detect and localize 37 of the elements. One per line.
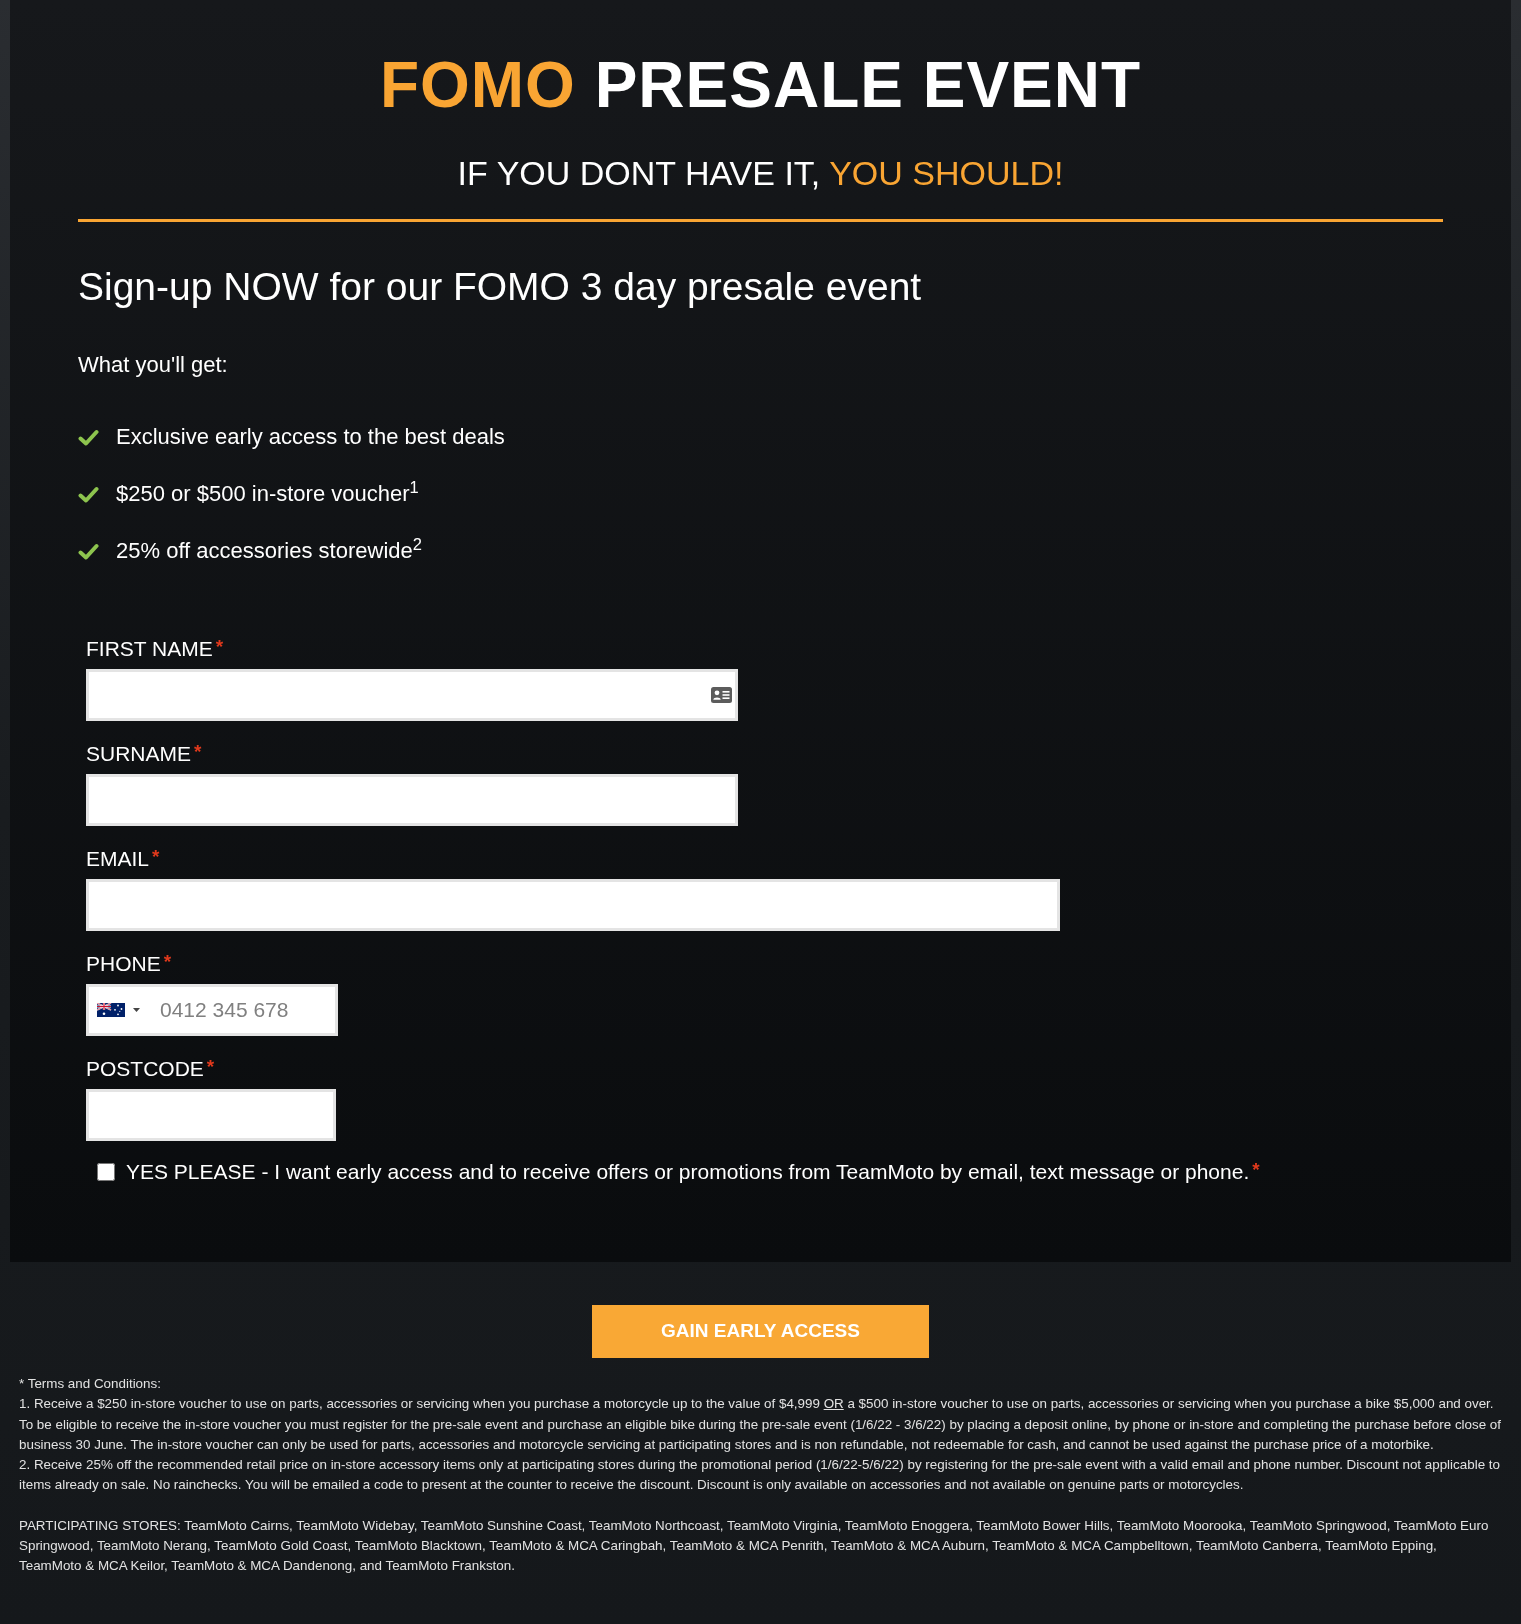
required-mark: * (215, 637, 224, 657)
required-mark: * (163, 952, 172, 972)
benefit-text: Exclusive early access to the best deals (116, 425, 505, 449)
phone-field[interactable]: 0412 345 678 (86, 984, 338, 1036)
participating-stores: PARTICIPATING STORES: TeamMoto Cairns, TeamMoto Widebay, TeamMoto Sunshine Coast, TeamMoto Northcoast, TeamMoto Virginia, TeamMoto Enoggera, TeamMoto Bower Hills, TeamMoto Moorooka, TeamMoto Springwood, TeamMoto Euro Springwood, TeamMoto Nerang, TeamMoto Gold Coast, TeamMoto Blacktown, TeamMoto & MCA Caringbah, TeamMoto & MCA Penrith, TeamMoto & MCA Auburn, TeamMoto & MCA Campbelltown, TeamMoto Canberra, TeamMoto Epping, TeamMoto & MCA Keilor, TeamMoto & MCA Dandenong, and TeamMoto Frankston. (19, 1516, 1490, 1576)
field-label: FIRST NAME (86, 637, 213, 661)
consent-label: YES PLEASE - I want early access and to receive offers or promotions from TeamMoto by email, text message or phone. (126, 1160, 1250, 1184)
tagline: IF YOU DONT HAVE IT, YOU SHOULD! (456, 156, 1065, 190)
input-field[interactable] (86, 669, 738, 721)
gain-early-access-button[interactable]: GAIN EARLY ACCESS (592, 1305, 929, 1358)
input-field[interactable] (86, 1089, 336, 1141)
caret-icon (133, 1008, 140, 1012)
check-icon (78, 543, 99, 561)
phone-input[interactable]: 0412 345 678 (144, 987, 335, 1033)
benefit-text: 25% off accessories storewide$^{2}$ (116, 539, 422, 563)
check-icon (78, 486, 99, 504)
required-mark: * (152, 847, 160, 867)
benefits-heading: What you'll get: (78, 354, 229, 376)
consent-checkbox[interactable] (97, 1163, 115, 1181)
contact-card-icon[interactable] (711, 687, 732, 703)
required-mark: * (1252, 1160, 1260, 1180)
input-field[interactable] (86, 879, 1060, 931)
check-icon (78, 429, 99, 447)
terms-paragraph: 2. Receive 25% off the recommended retail price on in-store accessory items only at participating stores during the promotional period (1/6/22-5/6/22) by registering for the pre-sale event with a valid email and phone number. Discount not applicable to items already on sale. No rainchecks. You will be emailed a code to present at the counter to receive the discount. Discount is only available on accessories and not available on genuine parts or motorcycles. (19, 1456, 1501, 1495)
flag-icon (97, 1003, 125, 1017)
page-title: FOMO PRESALE EVENT (378, 53, 1143, 117)
field-label: PHONE (86, 952, 161, 976)
benefit-text: $250 or $500 in-store voucher$^{1}$ (116, 482, 419, 506)
required-mark: * (194, 742, 202, 762)
terms-paragraph: 1. Receive a $250 in-store voucher to use on parts, accessories or servicing when you purchase a motorcycle up to the value of $4,999 OR a $500 in-store voucher to use on parts, accessories or servicing when you purchase a bike $5,000 and over. To be eligible to receive the in-store voucher you must register for the pre-sale event and purchase an eligible bike during the pre-sale event (1/6/22 - 3/6/22) by placing a deposit online, by phone or in-store and completing the purchase before close of business 30 June. The in-store voucher can only be used for parts, accessories and motorcycle servicing at participating stores and is non refundable, not redeemable for cash, and cannot be used against the purchase price of a motorbike. (19, 1395, 1502, 1454)
required-mark: * (206, 1057, 215, 1077)
field-label: SURNAME (86, 742, 191, 766)
field-label: POSTCODE (86, 1057, 204, 1081)
terms-heading: * Terms and Conditions: (19, 1375, 162, 1393)
signup-heading: Sign-up NOW for our FOMO 3 day presale event (78, 267, 923, 306)
input-field[interactable] (86, 774, 738, 826)
field-label: EMAIL (86, 847, 150, 871)
